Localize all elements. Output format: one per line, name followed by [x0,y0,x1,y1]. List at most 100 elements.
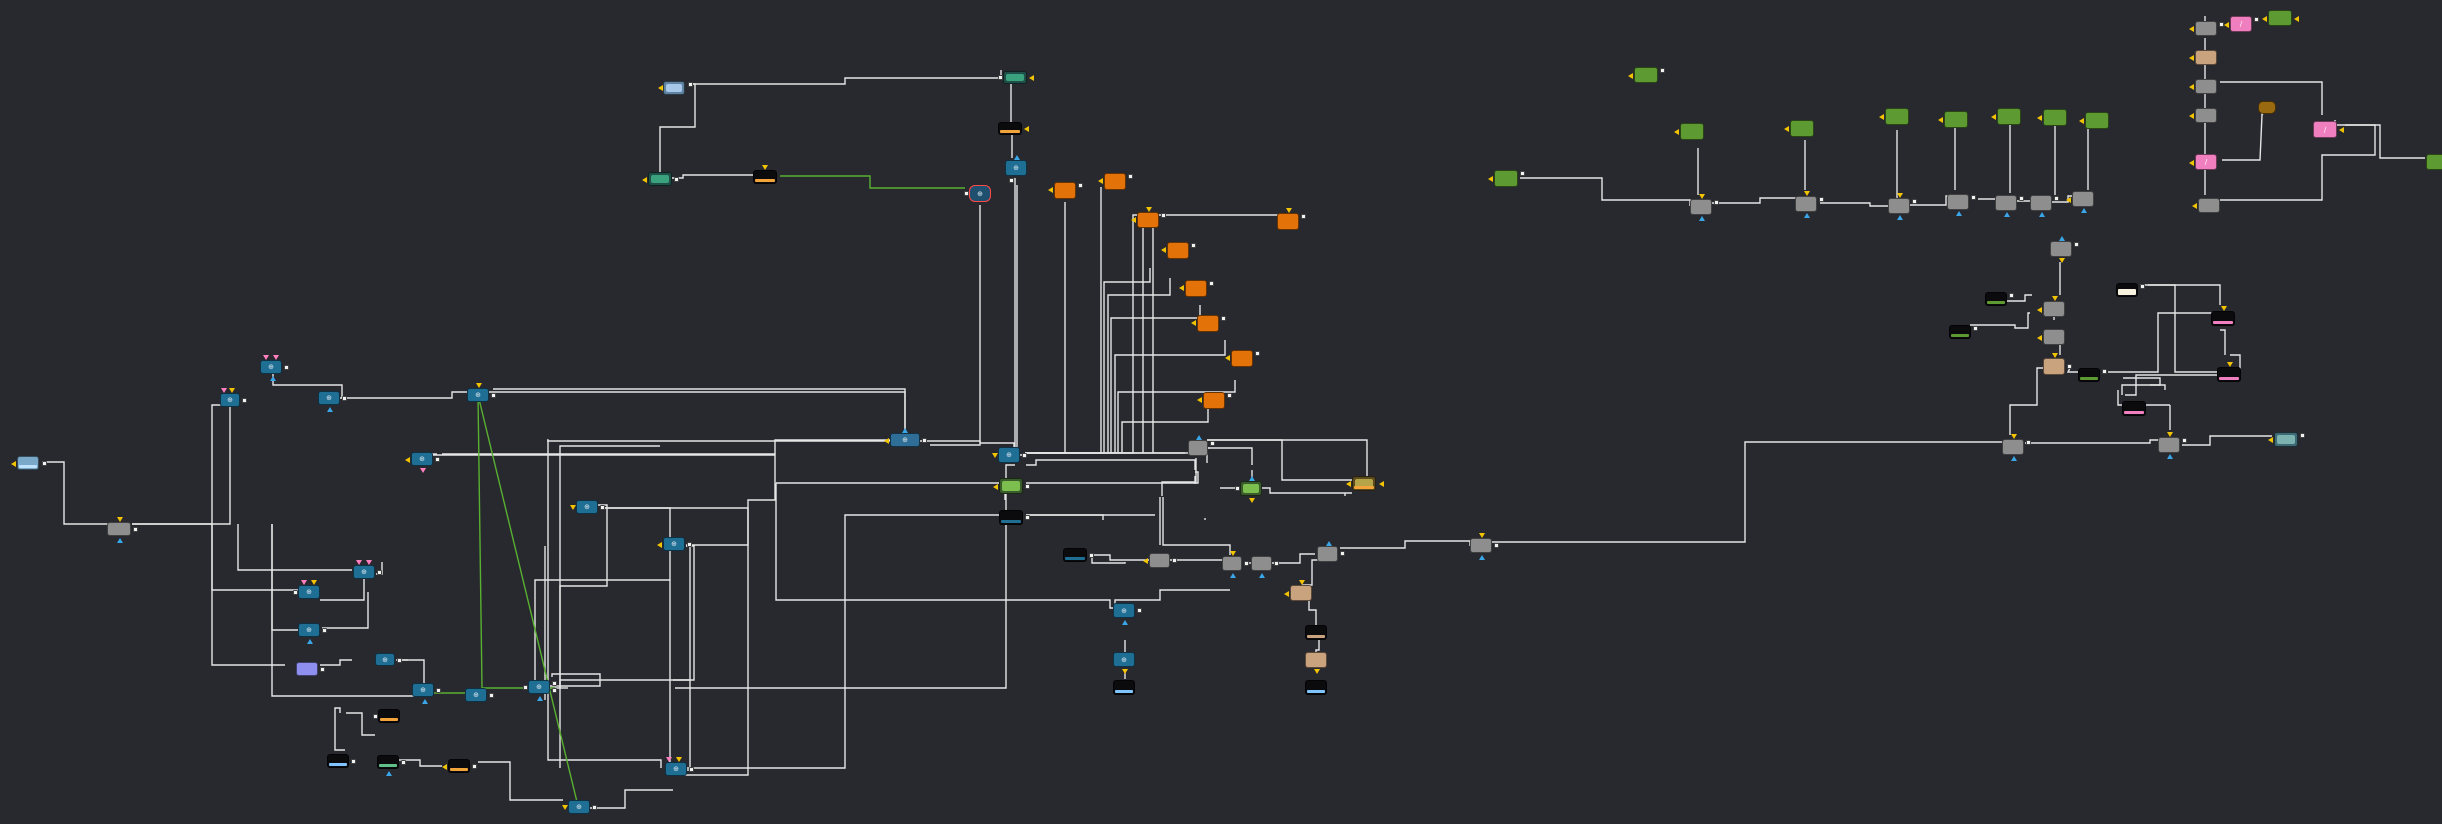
source-node[interactable] [2426,154,2442,170]
image-node[interactable] [993,478,1030,494]
merge-node[interactable] [1251,556,1279,578]
image-node[interactable] [2268,432,2305,447]
source-node[interactable] [1628,67,1665,83]
transform-node[interactable]: ⊕ [260,355,289,381]
shape-node[interactable] [1179,280,1214,297]
source-node[interactable] [1879,108,1909,125]
image-node[interactable] [1346,476,1384,491]
shape-node[interactable] [1131,207,1166,228]
merge-node[interactable] [1690,194,1719,221]
loader-node[interactable] [998,122,1029,135]
loader-node[interactable] [1113,680,1135,695]
merge-node[interactable] [2037,296,2065,317]
background-node[interactable] [296,662,325,676]
merge-node[interactable] [1947,194,1976,216]
merge-node[interactable] [1795,191,1824,218]
merge-node[interactable] [1222,551,1249,578]
loader-node[interactable] [753,165,777,184]
image-node[interactable] [998,71,1034,84]
merge-node[interactable] [2158,432,2187,459]
merge-node[interactable] [1143,553,1177,568]
node-graph-canvas[interactable]: ⊕ ⊕ ⊕ ⊕ ⊕ ⊕ ⊕ ⊕ ⊕ ⊕ ⊕ ⊕ ⊕ ⊕ ⊕ ⊕ ⊕ ⊕ ⊕ ⊕ … [0,0,2442,824]
brightness-contrast-node[interactable]: / [2189,154,2217,170]
loader-node[interactable] [377,755,406,776]
loader-node[interactable] [373,709,400,723]
merge-node[interactable] [2189,79,2217,94]
source-node[interactable] [2079,112,2109,129]
merge-node[interactable] [1317,541,1345,562]
source-node[interactable] [1991,108,2021,125]
shape-node[interactable] [1191,315,1226,332]
merge-node[interactable] [1995,195,2024,217]
source-node[interactable] [2262,10,2299,26]
merge-node[interactable] [2030,195,2059,217]
merge-node[interactable] [1188,435,1215,456]
transform-node[interactable]: ⊕ [298,623,327,644]
merge-node[interactable] [2037,329,2065,345]
tool-node[interactable] [2189,50,2217,65]
tool-node[interactable] [2043,353,2072,375]
tool-node[interactable] [1284,580,1312,601]
transform-node[interactable]: ⊕ [570,500,605,514]
brightness-contrast-node[interactable]: / [2224,16,2259,32]
transform-node[interactable]: ⊕ [220,388,247,407]
image-node[interactable] [11,456,47,470]
transform-node-selected[interactable]: ⊕ [964,185,991,202]
tool-node[interactable] [2258,101,2276,114]
loader-node[interactable] [2116,283,2145,297]
loader-node[interactable] [1985,292,2014,306]
merge-node[interactable] [2002,434,2031,461]
merge-node[interactable] [2192,198,2220,213]
merge-node[interactable] [2066,191,2094,213]
shape-node[interactable] [1225,350,1260,367]
shape-node[interactable] [1048,182,1083,199]
transform-node[interactable]: ⊕ [1113,652,1135,674]
source-node[interactable] [1488,170,1525,187]
merge-node[interactable] [107,517,138,543]
transform-node[interactable]: ⊕ [523,680,557,701]
loader-node[interactable] [1305,625,1327,640]
source-node[interactable] [2037,109,2067,126]
transform-node[interactable]: ⊕ [562,800,597,814]
transform-node[interactable]: ⊕ [405,452,440,473]
transform-node[interactable]: ⊕ [412,683,441,704]
source-node[interactable] [1784,120,1814,137]
transform-node[interactable]: ⊕ [1005,155,1027,183]
loader-node[interactable] [999,510,1030,525]
shape-node[interactable] [1277,208,1306,230]
loader-node[interactable] [327,754,356,768]
shape-node[interactable] [1161,242,1196,259]
loader-node[interactable] [2211,306,2235,326]
image-node[interactable] [642,172,679,186]
merge-node[interactable] [2189,21,2224,36]
source-node[interactable] [1938,111,1968,128]
transform-node[interactable]: ⊕ [353,560,382,579]
transform-node[interactable]: ⊕ [1113,603,1142,625]
source-node[interactable] [1674,123,1704,140]
loader-node[interactable] [442,759,477,773]
loader-node[interactable] [2078,368,2107,382]
loader-node[interactable] [1305,680,1327,695]
image-node[interactable] [658,81,693,95]
transform-node[interactable]: ⊕ [293,580,320,599]
merge-node[interactable] [1888,193,1917,220]
transform-node[interactable]: ⊕ [665,757,694,776]
merge-node[interactable] [1470,533,1499,560]
merge-node[interactable] [2050,236,2079,263]
loader-node[interactable] [1949,325,1978,339]
tool-node[interactable] [1305,652,1327,674]
merge-node[interactable] [2189,108,2217,123]
transform-node[interactable]: ⊕ [465,688,494,702]
transform-node[interactable]: ⊕ [884,428,927,447]
shape-node[interactable] [1098,173,1133,190]
shape-node[interactable] [1197,392,1232,409]
transform-node[interactable]: ⊕ [375,653,402,666]
transform-node[interactable]: ⊕ [657,537,692,551]
loader-node[interactable] [2217,362,2241,382]
loader-node[interactable] [2122,401,2146,416]
transform-node[interactable]: ⊕ [467,383,496,402]
image-node[interactable] [1235,476,1262,503]
transform-node[interactable]: ⊕ [992,447,1027,463]
transform-node[interactable]: ⊕ [318,391,347,412]
brightness-contrast-node[interactable]: / [2313,121,2344,138]
